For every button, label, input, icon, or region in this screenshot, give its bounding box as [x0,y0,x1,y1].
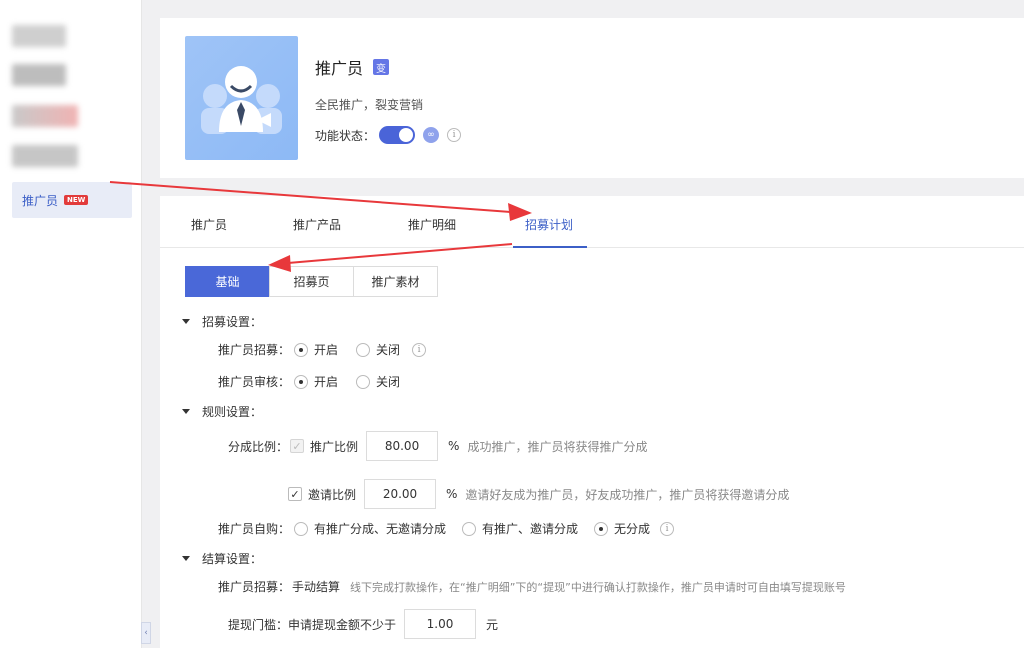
radio-icon [294,521,309,536]
segment-materials[interactable]: 推广素材 [353,266,438,297]
radio-review-on[interactable]: 开启 [294,373,338,390]
section-title: 结算设置： [202,552,263,566]
sidebar-item-blurred[interactable] [12,145,78,167]
radio-review-off[interactable]: 关闭 [356,373,400,390]
main-panel: 推广员 推广产品 推广明细 招募计划 基础 招募页 推广素材 招募设置： 推广员… [160,196,1024,648]
radio-icon [462,521,477,536]
currency-unit: 元 [486,617,499,632]
link-icon[interactable]: ∞ [423,127,440,143]
page-subtitle: 全民推广，裂变营销 [315,98,424,112]
info-icon[interactable]: i [447,128,462,142]
segment-basic[interactable]: 基础 [185,266,270,297]
threshold-row: 提现门槛： 申请提现金额不少于 1.00 元 [228,609,498,639]
sidebar-item-label: 推广员 [22,193,59,208]
field-label: 分成比例： [228,439,289,454]
split-row: 分成比例： ✓ 推广比例 80.00 % 成功推广，推广员将获得推广分成 [228,431,647,461]
radio-self-buy-both[interactable]: 有推广、邀请分成 [462,520,578,537]
radio-recruit-on[interactable]: 开启 [294,341,338,358]
segment-recruit-page[interactable]: 招募页 [269,266,354,297]
radio-self-buy-promote[interactable]: 有推广分成、无邀请分成 [294,520,446,537]
status-toggle[interactable] [379,126,416,144]
radio-icon [594,521,609,536]
recruit-row: 推广员招募： 开启 关闭 i [218,341,427,358]
caret-down-icon [182,409,190,414]
invite-ratio-hint: 邀请好友成为推广员，好友成功推广，推广员将获得邀请分成 [465,487,790,502]
info-icon[interactable]: i [412,342,427,357]
caret-down-icon [182,319,190,324]
radio-icon [294,342,309,357]
active-tab-indicator [513,246,587,248]
invite-ratio-checkbox[interactable]: ✓ [288,487,302,501]
section-title: 规则设置： [202,405,263,419]
promote-ratio-checkbox[interactable]: ✓ [290,439,305,453]
invite-row: ✓ 邀请比例 20.00 % 邀请好友成为推广员，好友成功推广，推广员将获得邀请… [288,479,789,509]
section-title: 招募设置： [202,315,263,329]
caret-down-icon [182,556,190,561]
info-icon[interactable]: i [660,521,675,536]
percent-unit: % [448,439,460,453]
sidebar-item-promoter[interactable]: 推广员 NEW [12,182,132,218]
sub-tab-group: 基础 招募页 推广素材 [185,266,438,297]
radio-icon [356,374,371,389]
tab-bar: 推广员 推广产品 推广明细 招募计划 [160,196,1024,248]
percent-unit: % [446,487,458,501]
sidebar-item-blurred[interactable] [12,25,66,47]
sidebar-collapse-button[interactable]: ‹ [141,622,151,644]
threshold-text: 申请提现金额不少于 [288,617,397,632]
feature-status: 功能状态： ∞ i [315,126,462,144]
new-badge: NEW [64,195,89,205]
feature-header: 推广员 变 全民推广，裂变营销 功能状态： ∞ i [160,18,1024,178]
tab-products[interactable]: 推广产品 [293,216,341,233]
tab-details[interactable]: 推广明细 [408,216,456,233]
field-label: 推广员审核： [218,375,291,389]
settle-mode-row: 推广员招募： 手动结算 线下完成打款操作，在“推广明细”下的“提现”中进行确认打… [218,578,846,595]
status-label: 功能状态： [315,128,376,143]
variant-badge: 变 [373,59,390,75]
tab-promoter[interactable]: 推广员 [191,216,227,233]
page-title: 推广员 变 [315,55,390,79]
field-label: 推广员招募： [218,580,291,594]
field-label: 提现门槛： [228,617,289,632]
section-recruit[interactable]: 招募设置： [182,313,262,330]
radio-recruit-off[interactable]: 关闭 [356,341,400,358]
radio-icon [294,374,309,389]
review-row: 推广员审核： 开启 关闭 [218,373,400,390]
invite-ratio-label: 邀请比例 [308,487,357,502]
field-label: 推广员自购： [218,522,291,536]
promote-ratio-hint: 成功推广，推广员将获得推广分成 [467,439,648,454]
invite-ratio-input[interactable]: 20.00 [364,479,437,509]
radio-self-buy-none[interactable]: 无分成 [594,520,650,537]
settle-mode-value: 手动结算 [292,580,341,594]
promote-ratio-label: 推广比例 [310,439,359,454]
radio-icon [356,342,371,357]
promote-ratio-input[interactable]: 80.00 [366,431,439,461]
sidebar-item-blurred[interactable] [12,64,66,86]
section-rules[interactable]: 规则设置： [182,403,262,420]
sidebar: 推广员 NEW [0,0,142,648]
field-label: 推广员招募： [218,343,291,357]
tab-recruit-plan[interactable]: 招募计划 [525,216,573,233]
settle-mode-hint: 线下完成打款操作，在“推广明细”下的“提现”中进行确认打款操作，推广员申请时可自… [350,580,846,594]
self-buy-row: 推广员自购： 有推广分成、无邀请分成 有推广、邀请分成 无分成 i [218,520,675,537]
sidebar-item-blurred[interactable] [12,105,78,127]
section-settlement[interactable]: 结算设置： [182,550,262,567]
threshold-input[interactable]: 1.00 [404,609,477,639]
promoter-illustration [185,36,298,160]
